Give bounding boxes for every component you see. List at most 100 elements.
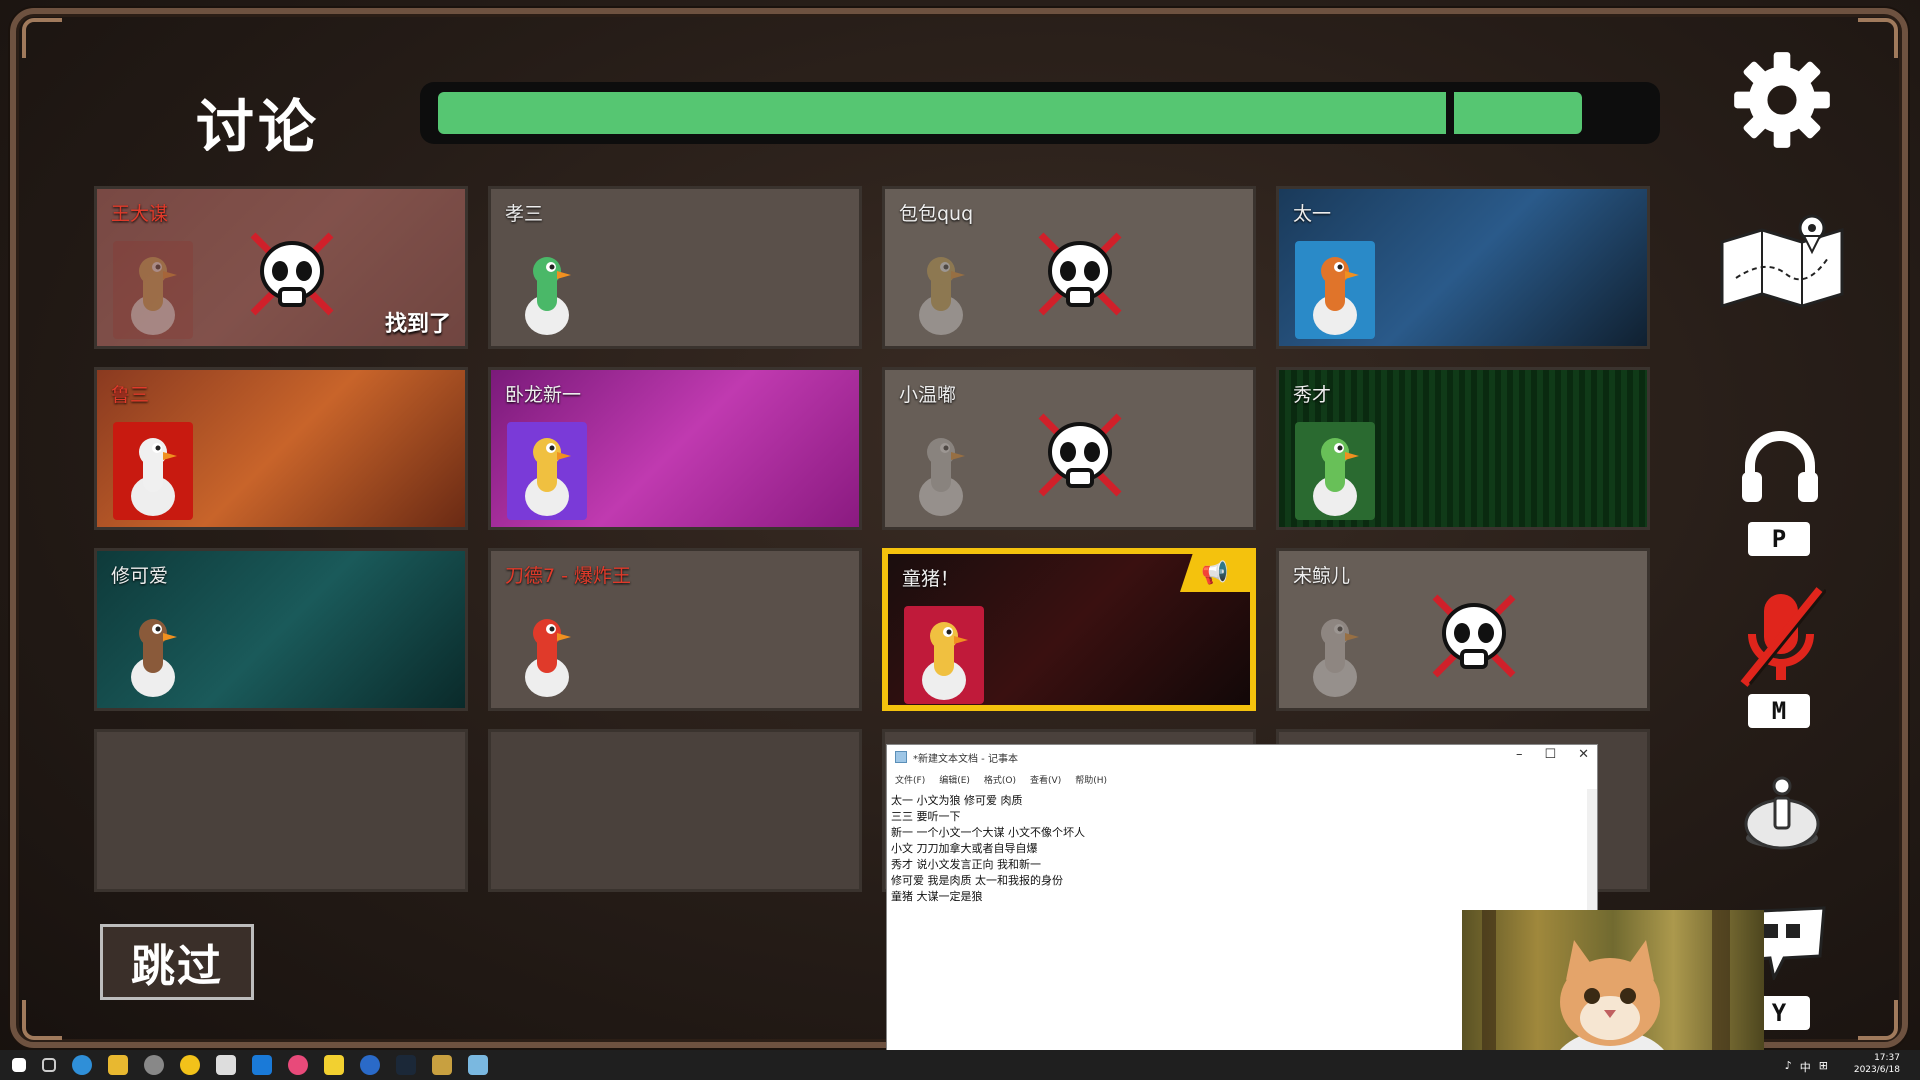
page-title: 讨论 — [196, 93, 321, 161]
notepad-menu-item[interactable]: 帮助(H) — [1075, 773, 1107, 786]
player-card[interactable]: 刀德7 - 爆炸王 — [488, 548, 862, 711]
player-card[interactable]: 包包quq — [882, 186, 1256, 349]
app-icon[interactable] — [288, 1055, 308, 1075]
frame-corner — [22, 18, 62, 58]
clock-time: 17:37 — [1874, 1053, 1900, 1063]
player-card[interactable]: 童猪！ 📢 — [882, 548, 1256, 711]
frame-corner — [22, 1000, 62, 1040]
goose-avatar-icon — [113, 422, 193, 520]
goose-avatar-icon — [901, 422, 981, 520]
player-card[interactable]: 宋鲸儿 — [1276, 548, 1650, 711]
player-name: 王大谋 — [111, 203, 169, 225]
frame-corner — [1858, 1000, 1898, 1040]
timer-fill — [438, 92, 1582, 134]
goose-avatar-icon — [1295, 241, 1375, 339]
player-name: 卧龙新一 — [505, 384, 582, 406]
empty-player-slot — [94, 729, 468, 892]
player-card[interactable]: 鲁三 — [94, 367, 468, 530]
task-view-icon[interactable] — [42, 1058, 56, 1072]
notepad-title: *新建文本文档 - 记事本 — [913, 753, 1018, 765]
steam-icon[interactable] — [396, 1055, 416, 1075]
notepad-line: 三三 要听一下 — [891, 810, 961, 823]
player-name: 童猪！ — [902, 568, 960, 590]
notepad-menu-item[interactable]: 格式(O) — [984, 773, 1016, 786]
volume-icon[interactable]: ♪ — [1785, 1059, 1792, 1075]
notepad-textarea[interactable]: 太一 小文为狼 修可爱 肉质 三三 要听一下新一 一个小文一个大谋 小文不像个坏人… — [887, 789, 1597, 909]
player-name: 宋鲸儿 — [1293, 565, 1351, 587]
close-icon[interactable]: ✕ — [1578, 747, 1589, 762]
windows-taskbar: ♪ 中 ⊞ 17:37 2023/6/18 — [0, 1050, 1920, 1080]
clock-date: 2023/6/18 — [1853, 1065, 1900, 1075]
player-name: 修可爱 — [111, 565, 169, 587]
app-icon[interactable] — [180, 1055, 200, 1075]
notepad-icon — [895, 751, 907, 763]
player-name: 秀才 — [1293, 384, 1332, 406]
skip-button[interactable]: 跳过 — [100, 924, 254, 1000]
clock[interactable]: 17:37 2023/6/18 — [1854, 1052, 1900, 1076]
notepad-line: 秀才 说小文发言正向 我和新一 — [891, 858, 1041, 871]
goose-avatar-icon — [904, 606, 984, 704]
player-card[interactable]: 秀才 — [1276, 367, 1650, 530]
goose-avatar-icon — [507, 603, 587, 701]
player-name: 鲁三 — [111, 384, 150, 406]
notepad-line: 小文 刀刀加拿大或者自导自爆 — [891, 842, 1038, 855]
notepad-menu-item[interactable]: 查看(V) — [1030, 773, 1061, 786]
goose-avatar-icon — [113, 603, 193, 701]
mute-key: M — [1748, 694, 1810, 728]
keyboard-icon[interactable]: ⊞ — [1819, 1059, 1828, 1075]
goose-game-icon[interactable] — [324, 1055, 344, 1075]
goose-avatar-icon — [1295, 603, 1375, 701]
goose-avatar-icon — [901, 241, 981, 339]
notepad-line: 童猪 大谋一定是狼 — [891, 890, 983, 903]
notepad-menu-item[interactable]: 文件(F) — [895, 773, 925, 786]
goose-avatar-icon — [113, 241, 193, 339]
start-icon[interactable] — [12, 1058, 26, 1072]
player-card[interactable]: 王大谋找到了 — [94, 186, 468, 349]
notepad-titlebar[interactable]: *新建文本文档 - 记事本 – ☐ ✕ — [887, 745, 1597, 769]
app-icon[interactable] — [252, 1055, 272, 1075]
gear-icon[interactable] — [1730, 48, 1834, 156]
goose-avatar-icon — [507, 241, 587, 339]
app-icon[interactable] — [432, 1055, 452, 1075]
empty-player-slot — [488, 729, 862, 892]
timer-notch — [1446, 92, 1454, 134]
player-card[interactable]: 修可爱 — [94, 548, 468, 711]
notepad-taskbar-icon[interactable] — [468, 1055, 488, 1075]
folder-icon[interactable] — [108, 1055, 128, 1075]
skull-icon — [1035, 229, 1125, 319]
mic-muted-icon[interactable] — [1736, 584, 1828, 698]
discussion-timer — [420, 82, 1660, 144]
map-icon[interactable] — [1716, 208, 1850, 316]
player-card[interactable]: 卧龙新一 — [488, 367, 862, 530]
player-card[interactable]: 太一 — [1276, 186, 1650, 349]
notepad-line: 太一 小文为狼 修可爱 肉质 — [891, 794, 1023, 807]
app-icon[interactable] — [216, 1055, 236, 1075]
app-icon[interactable] — [360, 1055, 380, 1075]
notepad-menubar: 文件(F) 编辑(E) 格式(O) 查看(V) 帮助(H) — [887, 769, 1597, 789]
push-to-talk-key: P — [1748, 522, 1810, 556]
notepad-line: 修可爱 我是肉质 太一和我报的身份 — [891, 874, 1063, 887]
player-name: 孝三 — [505, 203, 544, 225]
player-name: 太一 — [1293, 203, 1332, 225]
player-name: 小温嘟 — [899, 384, 957, 406]
info-icon[interactable] — [1742, 772, 1822, 856]
minimize-icon[interactable]: – — [1516, 747, 1523, 762]
notepad-menu-item[interactable]: 编辑(E) — [939, 773, 970, 786]
ime-indicator[interactable]: 中 — [1800, 1059, 1811, 1075]
notepad-line: 新一 一个小文一个大谋 小文不像个坏人 — [891, 826, 1085, 839]
edge-icon[interactable] — [72, 1055, 92, 1075]
player-name: 刀德7 - 爆炸王 — [505, 565, 632, 587]
frame-corner — [1858, 18, 1898, 58]
goose-avatar-icon — [1295, 422, 1375, 520]
system-tray: ♪ 中 ⊞ — [1785, 1059, 1828, 1075]
body-found-label: 找到了 — [384, 312, 451, 337]
goose-avatar-icon — [507, 422, 587, 520]
player-name: 包包quq — [899, 203, 974, 225]
headphones-icon[interactable] — [1740, 430, 1820, 508]
skull-icon — [247, 229, 337, 319]
skull-icon — [1035, 410, 1125, 500]
player-card[interactable]: 孝三 — [488, 186, 862, 349]
player-card[interactable]: 小温嘟 — [882, 367, 1256, 530]
maximize-icon[interactable]: ☐ — [1544, 747, 1556, 762]
app-icon[interactable] — [144, 1055, 164, 1075]
